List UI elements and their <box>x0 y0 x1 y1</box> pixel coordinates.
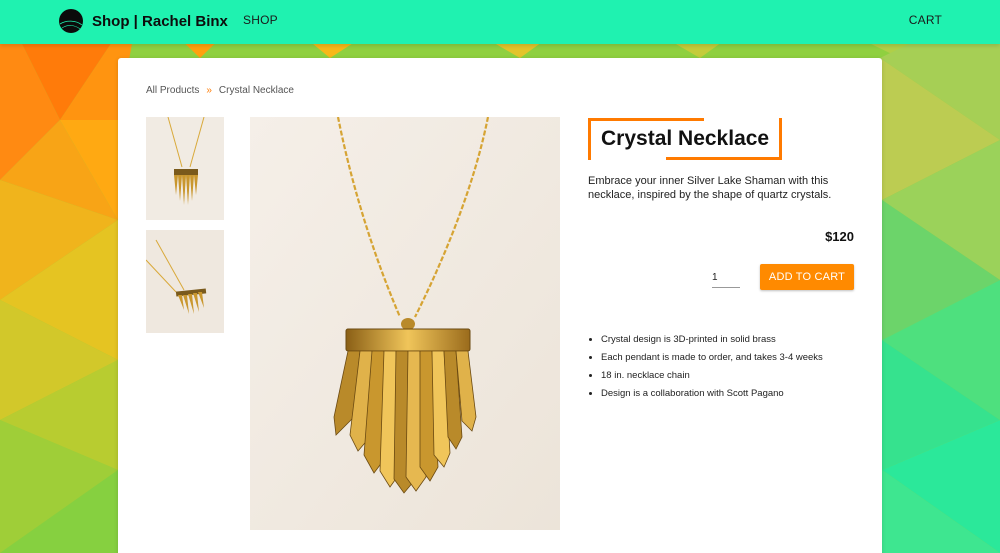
breadcrumb: All Products » Crystal Necklace <box>146 85 294 96</box>
feature-item: Crystal design is 3D-printed in solid br… <box>601 331 871 349</box>
product-features-list: Crystal design is 3D-printed in solid br… <box>601 331 871 403</box>
product-thumbnail-angle[interactable] <box>146 230 224 333</box>
nav-shop-link[interactable]: SHOP <box>243 13 278 27</box>
breadcrumb-current: Crystal Necklace <box>218 85 294 96</box>
feature-item: Each pendant is made to order, and takes… <box>601 349 871 367</box>
nav-cart-link[interactable]: CART <box>909 13 942 27</box>
globe-logo-icon <box>59 9 83 33</box>
product-main-photo <box>250 117 560 530</box>
top-navigation-bar: Shop | Rachel Binx SHOP CART <box>0 0 1000 44</box>
necklace-thumbnail-image <box>146 117 224 220</box>
product-thumbnail-front[interactable] <box>146 117 224 220</box>
feature-item: Design is a collaboration with Scott Pag… <box>601 385 871 403</box>
crystal-necklace-main-image <box>250 117 560 530</box>
quantity-input[interactable] <box>712 267 740 288</box>
brand-name: Shop | Rachel Binx <box>92 12 228 30</box>
product-title-frame: Crystal Necklace <box>588 118 783 160</box>
brand-home-link[interactable]: Shop | Rachel Binx <box>58 6 228 36</box>
necklace-angle-thumbnail-image <box>146 230 224 333</box>
breadcrumb-separator: » <box>206 85 212 96</box>
product-card: All Products » Crystal Necklace Crystal … <box>118 58 882 553</box>
product-description: Embrace your inner Silver Lake Shaman wi… <box>588 175 832 201</box>
breadcrumb-all-products[interactable]: All Products <box>146 85 199 96</box>
feature-item: 18 in. necklace chain <box>601 367 871 385</box>
product-price: $120 <box>825 229 854 244</box>
product-title: Crystal Necklace <box>601 127 770 150</box>
add-to-cart-button[interactable]: ADD TO CART <box>760 264 854 290</box>
